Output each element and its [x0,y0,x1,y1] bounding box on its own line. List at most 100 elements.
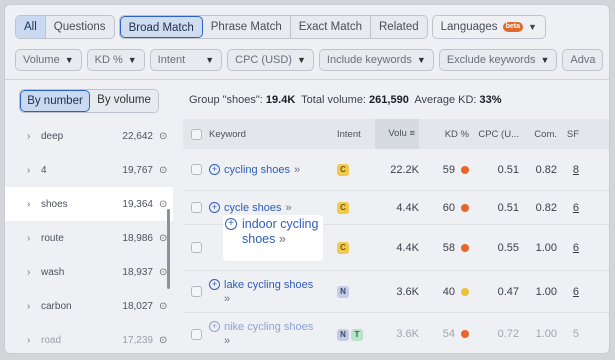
checkbox-icon [190,328,202,340]
kd-cell: 54 [419,328,469,340]
keyword-text: cycling shoes [224,163,291,176]
double-chevron-icon[interactable]: » [285,201,291,215]
row-checkbox[interactable] [183,202,209,213]
col-kd[interactable]: KD % [419,129,469,140]
group-name: shoes [41,198,68,210]
row-checkbox[interactable] [183,328,209,340]
keyword-link[interactable]: + nike cycling shoes » [209,320,337,348]
group-name: deep [41,130,64,142]
com-cell: 1.00 [535,285,557,298]
filter-volume[interactable]: Volume ▼ [15,49,82,71]
sidebar-scrollbar[interactable] [167,209,170,289]
keyword-link[interactable]: + cycling shoes » [209,163,337,177]
cpc-cell: 0.72 [497,328,519,340]
kd-value: 40 [442,285,455,298]
double-chevron-icon[interactable]: » [294,163,300,177]
intent-cell: C [337,241,375,254]
add-icon[interactable]: + [209,321,220,332]
tab-related[interactable]: Related [371,16,427,38]
col-intent[interactable]: Intent [337,129,375,140]
tab-phrase-match[interactable]: Phrase Match [203,16,291,38]
filter-intent-label: Intent [157,54,186,66]
group-item-carbon[interactable]: › carbon 18,027 ⊙ [15,289,173,323]
kd-value: 60 [442,201,455,214]
row-checkbox[interactable] [183,164,209,175]
eye-icon[interactable]: ⊙ [159,131,173,142]
group-count: 18,937 [122,266,153,278]
add-icon[interactable]: + [209,201,220,213]
group-count: 22,642 [122,130,153,142]
filter-advanced-label: Adva [570,54,596,66]
eye-icon[interactable]: ⊙ [159,301,173,312]
add-icon[interactable]: + [225,218,237,230]
highlighted-keyword-link[interactable]: + indoor cycling shoes » [225,217,325,247]
sort-by-volume-button[interactable]: By volume [90,90,158,112]
sf-cell[interactable]: 6 [557,286,579,298]
add-icon[interactable]: + [209,163,220,175]
highlight-line2: shoes [242,232,276,246]
cpc-cell: 0.51 [497,163,519,176]
sf-cell[interactable]: 8 [557,164,579,176]
group-item-deep[interactable]: › deep 22,642 ⊙ [15,119,173,153]
chevron-right-icon: › [27,300,31,312]
sort-by-number-button[interactable]: By number [20,90,90,112]
chevron-right-icon: › [27,266,31,278]
volume-cell: 4.4K [396,241,419,254]
eye-icon[interactable]: ⊙ [159,233,173,244]
select-all-checkbox[interactable] [183,128,209,140]
keyword-link[interactable]: + lake cycling shoes » [209,278,337,306]
sf-cell[interactable]: 6 [557,242,579,254]
checkbox-icon [190,164,202,175]
eye-icon[interactable]: ⊙ [159,165,173,176]
col-sf[interactable]: SF [557,129,579,140]
col-volume-label: Volu [388,128,407,139]
row-checkbox[interactable] [183,286,209,297]
keyword-link[interactable]: + cycle shoes » [209,201,337,215]
chevron-down-icon: ▼ [527,22,537,32]
intent-badge-commercial: C [337,202,349,214]
col-com[interactable]: Com. [519,129,557,140]
eye-icon[interactable]: ⊙ [159,267,173,278]
filter-advanced[interactable]: Adva [562,49,604,71]
table-row: + nike cycling shoes » NT 3.6K 54 0.72 1.0… [183,313,609,353]
filter-kd[interactable]: KD % ▼ [86,49,145,71]
add-icon[interactable]: + [209,278,220,290]
eye-icon[interactable]: ⊙ [159,199,173,210]
double-chevron-icon[interactable]: » [224,335,230,347]
tab-all[interactable]: All [16,16,46,38]
eye-icon[interactable]: ⊙ [159,335,173,346]
intent-cell: N [337,285,375,298]
group-item-shoes[interactable]: › shoes 19,364 ⊙ [5,187,173,221]
col-keyword[interactable]: Keyword [209,129,337,140]
filter-exclude-keywords[interactable]: Exclude keywords ▼ [438,49,558,71]
keyword-cell: + cycle shoes » [209,201,337,215]
volume-cell: 3.6K [396,328,419,340]
filter-cpc[interactable]: CPC (USD) ▼ [227,49,314,71]
col-cpc[interactable]: CPC (U... [469,129,519,140]
double-chevron-icon[interactable]: » [224,293,230,305]
tab-exact-match[interactable]: Exact Match [291,16,371,38]
filter-include-keywords[interactable]: Include keywords ▼ [318,49,434,71]
tab-questions[interactable]: Questions [46,16,114,38]
keyword-cell: + cycling shoes » [209,163,337,177]
checkbox-icon [190,202,202,213]
languages-dropdown[interactable]: Languages beta ▼ [431,15,546,39]
chevron-right-icon: › [27,198,31,210]
filter-intent[interactable]: Intent ▼ [149,49,223,71]
group-item-wash[interactable]: › wash 18,937 ⊙ [15,255,173,289]
group-item-4[interactable]: › 4 19,767 ⊙ [15,153,173,187]
sf-cell[interactable]: 5 [557,328,579,340]
double-chevron-icon[interactable]: » [279,232,286,246]
group-list: › deep 22,642 ⊙ › 4 19,767 ⊙ › shoes 19,… [5,119,173,353]
filter-bar: Volume ▼ KD % ▼ Intent ▼ CPC (USD) ▼ Include… [15,49,604,71]
tab-broad-match[interactable]: Broad Match [119,16,203,38]
chevron-down-icon: ▼ [127,55,137,65]
sf-cell[interactable]: 6 [557,202,579,214]
col-volume[interactable]: Volu ≡ [375,119,419,149]
volume-cell: 4.4K [396,201,419,214]
group-name: carbon [41,300,72,312]
group-item-route[interactable]: › route 18,986 ⊙ [15,221,173,255]
row-checkbox[interactable] [183,242,209,253]
group-item-road[interactable]: › road 17,239 ⊙ [15,323,173,353]
group-name: wash [41,266,65,278]
